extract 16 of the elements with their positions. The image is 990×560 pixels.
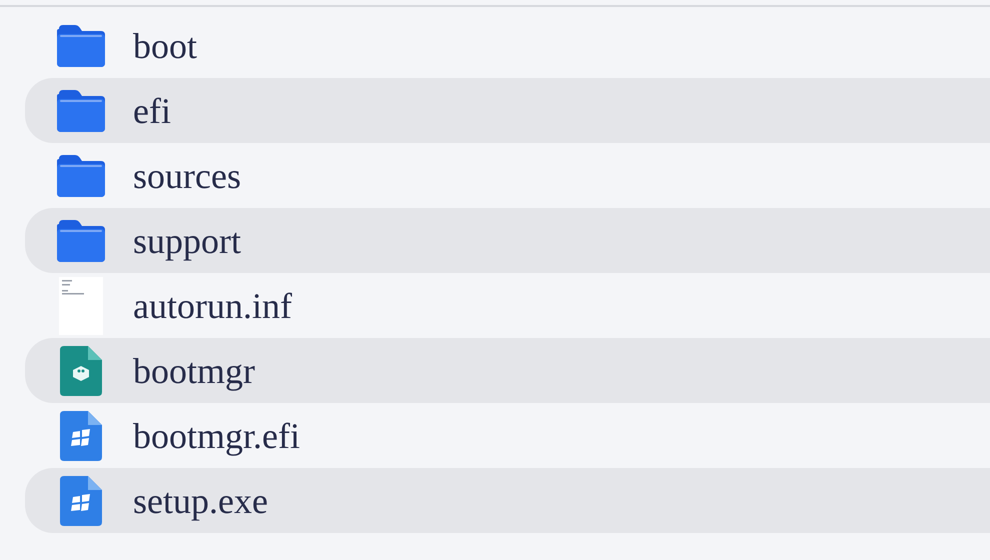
file-name: support: [133, 222, 241, 258]
file-name: boot: [133, 28, 198, 64]
windows-file-icon: [60, 476, 102, 526]
file-name: efi: [133, 92, 171, 128]
file-name: sources: [133, 158, 241, 194]
windows-file-icon: [60, 410, 102, 460]
file-name: autorun.inf: [133, 288, 292, 324]
file-name: bootmgr.efi: [133, 418, 300, 454]
folder-icon: [55, 88, 107, 134]
document-icon: [59, 276, 103, 334]
system-file-icon: [60, 346, 102, 396]
file-name: bootmgr: [133, 352, 255, 388]
file-name: setup.exe: [133, 482, 268, 518]
folder-icon: [55, 218, 107, 264]
folder-icon: [55, 152, 107, 198]
folder-icon: [55, 22, 107, 68]
